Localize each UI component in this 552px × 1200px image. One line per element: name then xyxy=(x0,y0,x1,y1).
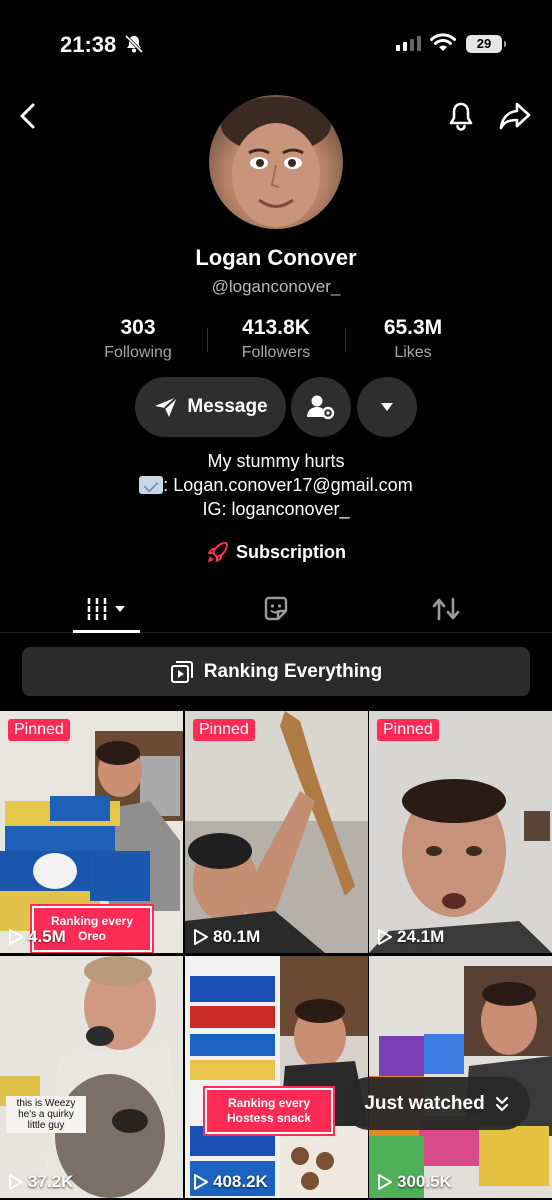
play-icon xyxy=(194,929,208,945)
pinned-badge: Pinned xyxy=(377,719,439,741)
wifi-icon xyxy=(430,33,456,51)
subscription-label: Subscription xyxy=(235,541,346,562)
notification-bell-icon[interactable] xyxy=(445,100,477,132)
stat-following[interactable]: 303 Following xyxy=(73,316,203,362)
video-tile[interactable]: Pinned Ranking every Oreo 4.5M xyxy=(0,711,183,953)
bio-ig-line: IG: loganconover_ xyxy=(202,499,350,519)
view-count-value: 80.1M xyxy=(213,927,261,946)
stat-followers[interactable]: 413.8K Followers xyxy=(211,316,341,362)
view-count: 4.5M xyxy=(8,927,66,947)
person-settings-icon xyxy=(307,395,335,420)
double-chevron-down-icon xyxy=(495,1096,508,1111)
stat-likes[interactable]: 65.3M Likes xyxy=(348,316,478,362)
send-icon xyxy=(155,396,179,417)
view-count: 24.1M xyxy=(377,927,444,947)
video-tile[interactable]: this is Weezy he's a quirky little guy 3… xyxy=(0,956,183,1198)
video-thumbnail xyxy=(369,711,552,953)
add-friend-button[interactable] xyxy=(291,377,351,437)
view-count: 300.5K xyxy=(377,1172,452,1192)
view-count-value: 4.5M xyxy=(28,927,66,946)
pinned-badge: Pinned xyxy=(193,719,255,741)
cellular-signal-icon xyxy=(396,36,421,51)
bio-line: My stummy hurts xyxy=(207,451,345,471)
tab-videos[interactable] xyxy=(14,585,198,633)
active-tab-indicator xyxy=(73,630,140,633)
view-count-value: 408.2K xyxy=(213,1172,268,1191)
play-icon xyxy=(378,1174,392,1190)
stat-label: Following xyxy=(104,344,172,361)
tab-reposts[interactable] xyxy=(354,585,538,633)
video-thumbnail xyxy=(185,956,368,1198)
view-count: 408.2K xyxy=(193,1172,268,1192)
stat-value: 413.8K xyxy=(242,316,310,339)
profile-name: Logan Conover xyxy=(195,245,357,270)
battery-indicator: 29 xyxy=(466,35,506,53)
profile-handle: @loganconover_ xyxy=(211,277,341,296)
email-envelope-icon xyxy=(139,476,164,494)
status-bar: 21:38 29 xyxy=(0,0,552,90)
stat-label: Likes xyxy=(394,344,432,361)
view-count-value: 37.2K xyxy=(28,1172,74,1191)
playlist-button[interactable]: Ranking Everything xyxy=(22,647,530,696)
video-tile[interactable]: Pinned 24.1M xyxy=(369,711,552,953)
play-icon xyxy=(9,929,23,945)
video-thumbnail xyxy=(0,956,183,1198)
message-button[interactable]: Message xyxy=(135,377,286,437)
subscription-link[interactable]: Subscription xyxy=(0,540,552,564)
profile-stats: 303 Following 413.8K Followers 65.3M Lik… xyxy=(0,316,552,366)
share-arrow-icon[interactable] xyxy=(498,100,532,132)
bio-email: : Logan.conover17@gmail.com xyxy=(163,475,413,495)
back-chevron-icon[interactable] xyxy=(16,102,40,130)
bell-off-icon xyxy=(124,34,144,54)
avatar[interactable] xyxy=(209,95,343,229)
pinned-badge: Pinned xyxy=(8,719,70,741)
video-caption: this is Weezy he's a quirky little guy xyxy=(6,1096,86,1133)
view-count-value: 24.1M xyxy=(397,927,445,946)
stat-value: 303 xyxy=(120,316,156,339)
playlist-icon xyxy=(170,660,193,683)
tab-stickers[interactable] xyxy=(184,585,368,633)
view-count-value: 300.5K xyxy=(397,1172,452,1191)
video-tile[interactable]: Ranking every Hostess snack 408.2K xyxy=(185,956,368,1198)
view-count: 37.2K xyxy=(8,1172,73,1192)
stat-value: 65.3M xyxy=(383,316,443,339)
playlist-label: Ranking Everything xyxy=(203,660,383,682)
sticker-icon xyxy=(264,596,288,621)
just-watched-label: Just watched xyxy=(364,1092,485,1114)
bio-email-line[interactable]: : Logan.conover17@gmail.com xyxy=(0,475,552,496)
play-icon xyxy=(378,929,392,945)
content-tabs xyxy=(0,585,552,633)
subscription-rocket-icon xyxy=(207,542,228,562)
status-time: 21:38 xyxy=(60,32,117,57)
video-grid-icon xyxy=(84,598,125,620)
view-count: 80.1M xyxy=(193,927,260,947)
play-icon xyxy=(194,1174,208,1190)
stat-divider xyxy=(207,328,208,352)
video-thumbnail xyxy=(185,711,368,953)
message-button-label: Message xyxy=(187,396,268,417)
stat-divider xyxy=(345,328,346,352)
play-icon xyxy=(9,1174,23,1190)
video-overlay-text: Ranking every Hostess snack xyxy=(205,1088,333,1134)
repost-icon xyxy=(432,597,460,621)
video-tile[interactable]: Pinned 80.1M xyxy=(185,711,368,953)
caret-down-icon xyxy=(381,403,393,411)
stat-label: Followers xyxy=(241,344,311,361)
more-dropdown-button[interactable] xyxy=(357,377,417,437)
just-watched-button[interactable]: Just watched xyxy=(343,1077,530,1130)
